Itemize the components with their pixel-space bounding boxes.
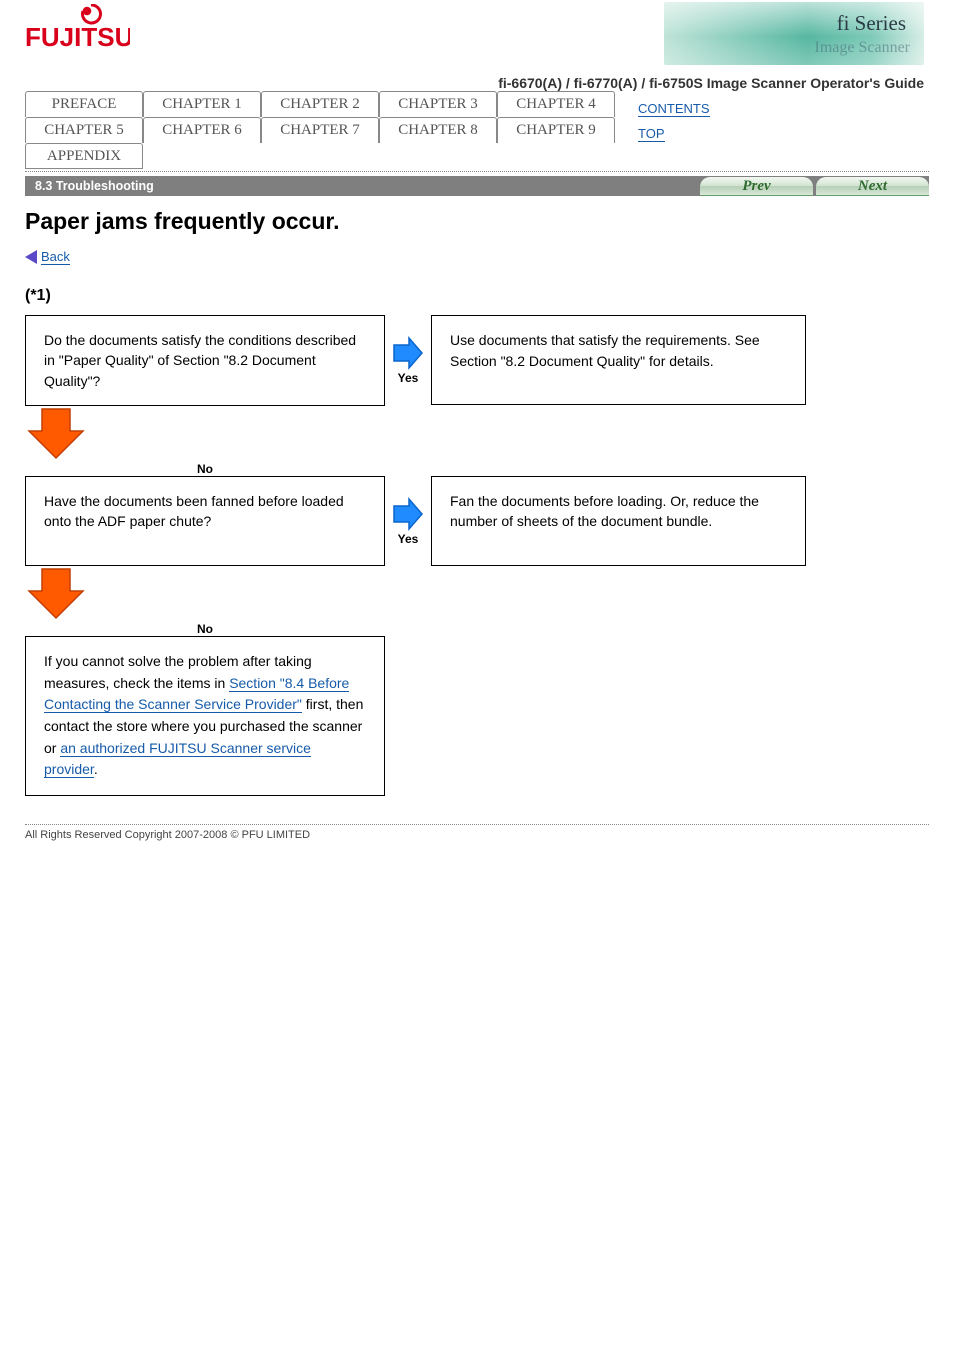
tab-chapter-2[interactable]: CHAPTER 2 (261, 91, 379, 117)
arrow-down-icon (25, 566, 385, 622)
divider-dotted-top (25, 171, 929, 172)
tab-preface[interactable]: PREFACE (25, 91, 143, 117)
tab-chapter-4[interactable]: CHAPTER 4 (497, 91, 615, 117)
tab-chapter-6[interactable]: CHAPTER 6 (143, 117, 261, 143)
arrow-label-yes-2: Yes (391, 532, 425, 546)
arrow-right-icon: Yes (391, 496, 425, 546)
copyright-text: All Rights Reserved Copyright 2007-2008 … (0, 825, 954, 841)
tab-chapter-1[interactable]: CHAPTER 1 (143, 91, 261, 117)
tab-chapter-8[interactable]: CHAPTER 8 (379, 117, 497, 143)
top-link[interactable]: TOP (638, 126, 665, 142)
back-link[interactable]: Back (41, 249, 70, 265)
ref-link-provider[interactable]: an authorized FUJITSU Scanner service pr… (44, 740, 311, 779)
next-button[interactable]: Next (816, 177, 929, 196)
prev-button[interactable]: Prev (700, 177, 813, 196)
arrow-down-icon (25, 406, 385, 462)
section-bar: 8.3 Troubleshooting Prev Next (25, 176, 929, 196)
arrow-label-no-2: No (25, 622, 385, 636)
arrow-label-no-1: No (25, 462, 385, 476)
header-side-links: CONTENTS TOP (638, 91, 710, 146)
section-bar-title: 8.3 Troubleshooting (25, 179, 154, 193)
contents-link[interactable]: CONTENTS (638, 101, 710, 117)
flow-box-reference: If you cannot solve the problem after ta… (25, 636, 385, 796)
question-marker: (*1) (25, 287, 929, 305)
manual-title: fi-6670(A) / fi-6770(A) / fi-6750S Image… (498, 65, 924, 91)
svg-text:FUJITSU: FUJITSU (25, 22, 130, 52)
tab-chapter-9[interactable]: CHAPTER 9 (497, 117, 615, 143)
tab-chapter-7[interactable]: CHAPTER 7 (261, 117, 379, 143)
arrow-label-yes-1: Yes (391, 371, 425, 385)
tab-chapter-3[interactable]: CHAPTER 3 (379, 91, 497, 117)
tab-chapter-5[interactable]: CHAPTER 5 (25, 117, 143, 143)
arrow-right-icon: Yes (391, 335, 425, 385)
flow-box-q2: Have the documents been fanned before lo… (25, 476, 385, 566)
flow-box-q1: Do the documents satisfy the conditions … (25, 315, 385, 406)
flow-box-a1: Use documents that satisfy the requireme… (431, 315, 806, 405)
fi-series-brand-text: fi Series (837, 11, 906, 36)
page-heading: Paper jams frequently occur. (25, 208, 929, 235)
flow-box-a2: Fan the documents before loading. Or, re… (431, 476, 806, 566)
fujitsu-logo: FUJITSU (25, 0, 130, 54)
fi-series-banner: fi Series Image Scanner (664, 2, 924, 65)
back-arrow-icon (25, 250, 37, 264)
fi-series-sub-text: Image Scanner (814, 39, 910, 57)
chapter-tabs: PREFACE CHAPTER 1 CHAPTER 2 CHAPTER 3 CH… (25, 91, 620, 169)
tab-appendix[interactable]: APPENDIX (25, 143, 143, 169)
